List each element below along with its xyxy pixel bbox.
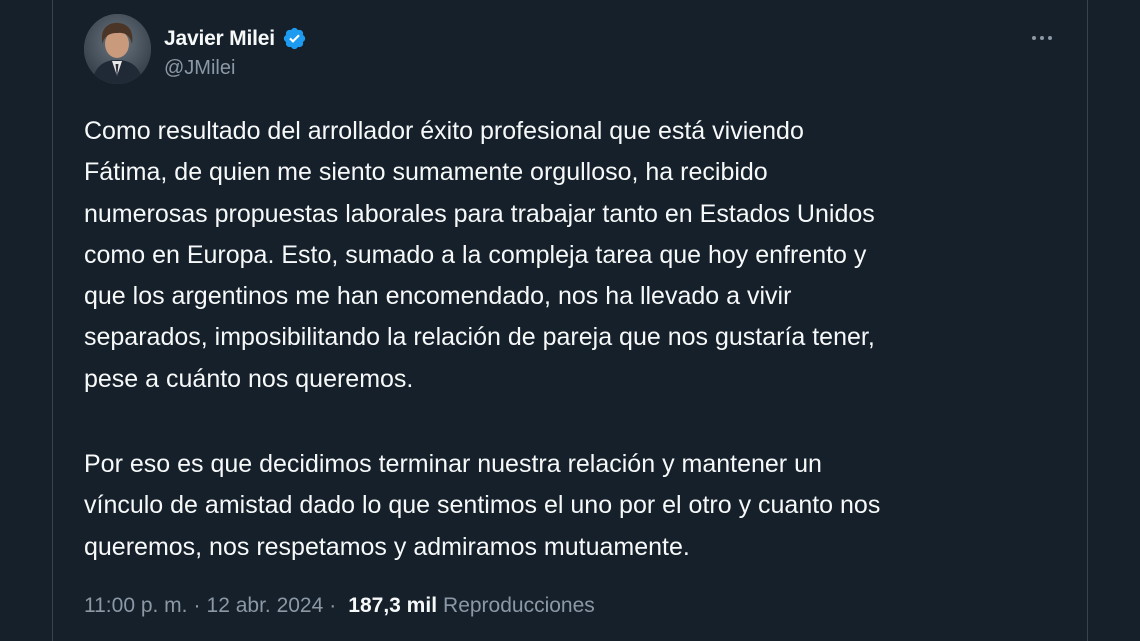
screen: Javier Milei @JMilei Como resultado del … [0, 0, 1140, 641]
views-label: Reproducciones [443, 594, 595, 617]
avatar[interactable] [84, 14, 151, 84]
author-name-row[interactable]: Javier Milei [164, 26, 307, 51]
meta-separator: · [329, 594, 337, 617]
right-border [1087, 0, 1088, 641]
verified-badge-icon [282, 26, 307, 51]
author-handle[interactable]: @JMilei [164, 57, 235, 80]
author-name[interactable]: Javier Milei [164, 27, 275, 51]
tweet-time[interactable]: 11:00 p. m. [84, 594, 188, 618]
tweet-text-paragraph-2: Por eso es que decidimos terminar nuestr… [84, 450, 881, 561]
tweet-card[interactable]: Javier Milei @JMilei Como resultado del … [53, 0, 1087, 641]
meta-separator: · [193, 594, 201, 617]
views-count: 187,3 mil [348, 594, 438, 617]
tweet-date[interactable]: 12 abr. 2024 [207, 594, 324, 618]
tweet-meta: 11:00 p. m. · 12 abr. 2024 · 187,3 mil R… [84, 594, 595, 618]
more-options-icon[interactable] [1022, 24, 1062, 52]
tweet-header: Javier Milei @JMilei [84, 14, 1064, 86]
tweet-text-paragraph-1: Como resultado del arrollador éxito prof… [84, 117, 875, 393]
